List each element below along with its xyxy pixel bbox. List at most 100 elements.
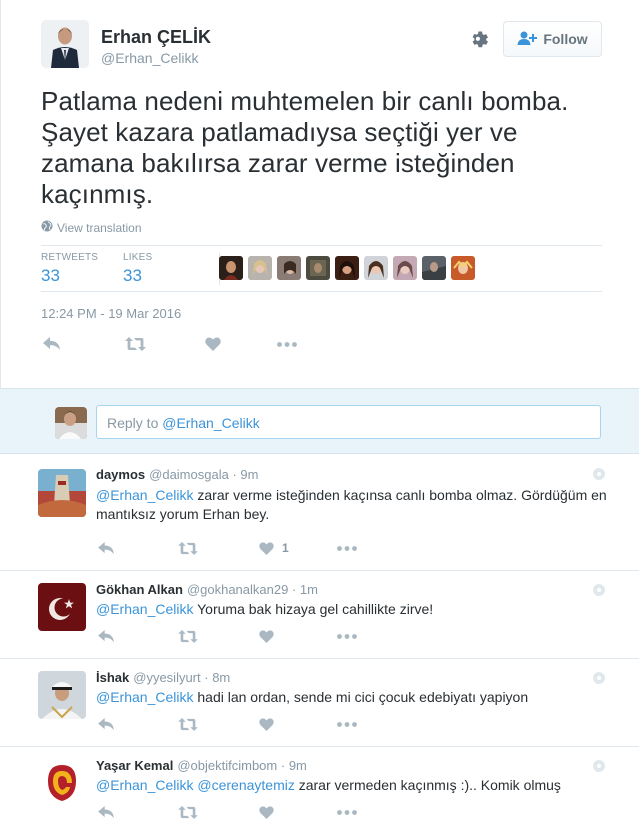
heart-icon[interactable] [205,337,277,351]
liker-avatar[interactable] [248,256,272,280]
reply-avatar[interactable] [38,583,86,631]
reply-tweet[interactable]: İshak @yyesilyurt · 8m @Erhan_Celikk hadi… [0,659,639,747]
liker-avatar[interactable] [364,256,388,280]
reply-composer: Reply to @Erhan_Celikk [0,388,639,454]
retweet-icon[interactable] [178,541,259,555]
tweet-stats: RETWEETS 33 LIKES 33 [41,245,602,292]
reply-author-handle[interactable]: @daimosgala [149,467,229,482]
caret-icon[interactable] [593,672,605,684]
author-handle[interactable]: @Erhan_Celikk [101,50,198,66]
caret-icon[interactable] [593,584,605,596]
reply-body: Yoruma bak hizaya gel cahillikte zirve! [193,601,434,617]
reply-time[interactable]: 9m [240,467,258,482]
reply-icon[interactable] [98,541,178,555]
reply-text: @Erhan_Celikk @cerenaytemiz zarar vermed… [96,776,616,795]
current-user-avatar[interactable] [55,407,87,439]
reply-author-name[interactable]: Gökhan Alkan [96,582,183,597]
reply-placeholder-mention: @Erhan_Celikk [162,415,260,431]
liker-avatar[interactable] [219,256,243,280]
reply-tweet[interactable]: Yaşar Kemal @objektifcimbom · 9m @Erhan_C… [0,747,639,831]
author-avatar[interactable] [41,20,89,68]
reply-header: Yaşar Kemal @objektifcimbom · 9m [96,758,307,773]
reply-input[interactable]: Reply to @Erhan_Celikk [96,405,601,439]
heart-icon[interactable]: 1 [259,541,337,555]
reply-author-name[interactable]: Yaşar Kemal [96,758,173,773]
reply-header: daymos @daimosgala · 9m [96,467,259,482]
follow-label: Follow [543,31,588,47]
reply-author-name[interactable]: daymos [96,467,145,482]
heart-icon[interactable] [259,806,337,819]
author-name[interactable]: Erhan ÇELİK [101,27,211,48]
liker-avatar[interactable] [335,256,359,280]
reply-text: @Erhan_Celikk Yoruma bak hizaya gel cahi… [96,600,616,619]
liker-avatar[interactable] [422,256,446,280]
reply-mention[interactable]: @Erhan_Celikk [96,777,193,793]
reply-time[interactable]: 8m [212,670,230,685]
reply-time[interactable]: 9m [289,758,307,773]
reply-author-handle[interactable]: @yyesilyurt [133,670,200,685]
reply-icon[interactable] [98,630,178,643]
liker-avatar[interactable] [306,256,330,280]
reply-author-handle[interactable]: @gokhanalkan29 [187,582,288,597]
likes-label: LIKES [123,252,153,263]
reply-tweet[interactable]: daymos @daimosgala · 9m @Erhan_Celikk zar… [0,455,639,571]
retweet-icon[interactable] [178,718,259,731]
liker-avatar[interactable] [393,256,417,280]
liker-avatar[interactable] [451,256,475,280]
caret-icon[interactable] [593,760,605,772]
reply-author-name[interactable]: İshak [96,670,129,685]
follow-button[interactable]: Follow [503,21,602,57]
reply-actions [98,806,357,819]
reply-header: İshak @yyesilyurt · 8m [96,670,231,685]
reply-text: @Erhan_Celikk zarar verme isteğinden kaç… [96,486,616,524]
retweets-count: 33 [41,266,60,285]
reply-actions [98,630,357,643]
more-icon[interactable] [337,545,357,551]
heart-icon[interactable] [259,718,337,731]
more-icon[interactable] [277,341,297,347]
heart-icon[interactable] [259,630,337,643]
reply-tweet[interactable]: Gökhan Alkan @gokhanalkan29 · 1m @Erhan_C… [0,571,639,659]
like-count: 1 [282,541,289,555]
reply-author-handle[interactable]: @objektifcimbom [177,758,277,773]
reply-actions: 1 [98,541,357,555]
view-translation-label: View translation [57,220,142,235]
tweet-text: Patlama nedeni muhtemelen bir canlı bomb… [41,86,569,209]
more-icon[interactable] [337,634,357,639]
retweet-icon[interactable] [178,630,259,643]
globe-icon [41,220,53,235]
reply-avatar[interactable] [38,759,86,807]
reply-mention[interactable]: @Erhan_Celikk [96,689,193,705]
likes-count: 33 [123,266,142,285]
reply-actions [98,718,357,731]
retweet-icon[interactable] [178,806,259,819]
reply-body: hadi lan ordan, sende mi cici çocuk edeb… [193,689,529,705]
tweet-actions [43,337,297,351]
gear-icon[interactable] [469,28,491,50]
retweets-label: RETWEETS [41,252,99,263]
view-translation-link[interactable]: View translation [41,220,142,235]
more-icon[interactable] [337,722,357,727]
caret-icon[interactable] [593,468,605,480]
reply-mention-2[interactable]: @cerenaytemiz [197,777,294,793]
retweets-stat[interactable]: RETWEETS 33 [41,252,98,286]
reply-mention[interactable]: @Erhan_Celikk [96,601,193,617]
reply-placeholder: Reply to [107,415,163,431]
reply-avatar[interactable] [38,671,86,719]
reply-time[interactable]: 1m [300,582,318,597]
reply-header: Gökhan Alkan @gokhanalkan29 · 1m [96,582,318,597]
reply-avatar[interactable] [38,469,86,517]
reply-icon[interactable] [98,718,178,731]
reply-icon[interactable] [43,337,125,351]
likes-stat[interactable]: LIKES 33 [123,252,152,286]
liker-avatars [219,256,475,280]
tweet-timestamp[interactable]: 12:24 PM - 19 Mar 2016 [41,306,181,321]
follow-person-icon [517,30,538,49]
reply-icon[interactable] [98,806,178,819]
main-tweet: Erhan ÇELİK @Erhan_Celikk Follow Patlama… [0,0,639,388]
more-icon[interactable] [337,810,357,815]
reply-mention[interactable]: @Erhan_Celikk [96,487,193,503]
reply-body: zarar vermeden kaçınmış :).. Komik olmuş [294,777,561,793]
retweet-icon[interactable] [125,337,205,351]
liker-avatar[interactable] [277,256,301,280]
